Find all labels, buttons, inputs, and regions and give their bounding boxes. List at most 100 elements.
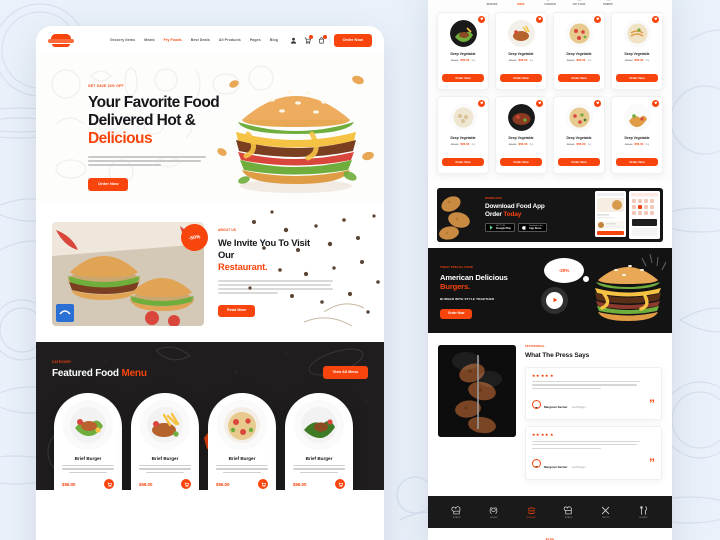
product-order-button[interactable]: Order Now [500, 158, 542, 166]
nav-item-all-products[interactable]: All Products [219, 38, 241, 42]
product-name: Deep Vegetable [450, 51, 476, 56]
food-name: Brief Burger [151, 456, 179, 461]
category-tab-pizza[interactable]: PIZZA [512, 0, 530, 6]
nav-item-grocery[interactable]: Grocery Items [110, 38, 135, 42]
category-tab-burger[interactable]: BURGER [483, 0, 501, 6]
video-order-button[interactable]: Order Now [440, 308, 473, 319]
favorite-icon[interactable] [652, 15, 659, 23]
product-prices: $90.00 $56.00 1kg [616, 142, 658, 146]
product-order-button[interactable]: Order Now [442, 74, 484, 82]
favorite-icon[interactable] [536, 99, 543, 107]
product-new-price: $56.00 [518, 141, 528, 146]
food-price: $56.00 [293, 481, 307, 487]
burger-icon [527, 507, 536, 514]
product-order-button[interactable]: Order Now [558, 74, 600, 82]
google-play-badge[interactable]: GET IT ON Google Play [485, 223, 515, 233]
nav-item-pages[interactable]: Pages [250, 38, 261, 42]
product-qty: 1kg [471, 58, 476, 62]
food-image [294, 400, 344, 450]
app-download-banner: DOWNLOAD Download Food App Order Today G… [437, 187, 663, 242]
star-icon [545, 373, 549, 377]
testimonial-text [532, 380, 641, 390]
food-card[interactable]: Brief Burger $56.00 [54, 393, 122, 490]
favorite-icon[interactable] [478, 99, 485, 107]
user-icon[interactable] [290, 37, 297, 44]
app-mock-menu [595, 190, 626, 237]
testimonial-card[interactable]: Margaret Sachet Food Blogger ” [525, 426, 662, 480]
bag-icon[interactable] [318, 35, 327, 44]
nav-item-blog[interactable]: Blog [270, 38, 278, 42]
product-new-price: $56.00 [460, 57, 470, 62]
product-card[interactable]: Deep Vegetable $90.00 $56.00 1kg Order N… [437, 11, 489, 90]
view-all-menu-button[interactable]: View All Menu [322, 366, 368, 379]
add-to-cart-button[interactable] [104, 479, 114, 490]
cart-icon[interactable] [304, 35, 313, 44]
store-badges: GET IT ON Google Play Download on the App … [485, 223, 567, 233]
product-name: Deep Vegetable [566, 135, 592, 140]
product-order-button[interactable]: Order Now [616, 158, 658, 166]
favorite-icon[interactable] [536, 15, 543, 23]
star-icon [549, 373, 553, 377]
favorite-icon[interactable] [652, 99, 659, 107]
partner-logo[interactable]: BRAND [563, 505, 574, 519]
product-grid: Deep Vegetable $90.00 $56.00 1kg Order N… [437, 11, 663, 174]
app-store-badge[interactable]: Download on the App Store [518, 223, 547, 233]
category-label: BURGER [486, 2, 498, 6]
category-tabs: BURGER PIZZA CHICKEN FRY FOOD DRINKS [437, 0, 663, 12]
testimonial-card[interactable]: Margaret Sachet Food Blogger ” [525, 366, 662, 421]
header-order-button[interactable]: Order Now [333, 33, 372, 47]
category-tab-chicken[interactable]: CHICKEN [541, 0, 559, 6]
store-big-label: App Store [529, 226, 542, 230]
product-card[interactable]: Deep Vegetable $90.00 $56.00 1kg Order N… [495, 95, 547, 174]
product-card[interactable]: Deep Vegetable $90.00 $56.00 1kg Order N… [495, 11, 547, 90]
favorite-icon[interactable] [594, 15, 601, 23]
product-old-price: $90.00 [508, 58, 517, 62]
product-card[interactable]: Deep Vegetable $90.00 $56.00 1kg Order N… [553, 11, 605, 90]
partner-logo[interactable]: DINNER [638, 505, 649, 519]
hero-order-button[interactable]: Order Now [88, 177, 129, 191]
product-order-button[interactable]: Order Now [442, 158, 484, 166]
add-to-cart-button[interactable] [258, 479, 268, 490]
category-tab-drinks[interactable]: DRINKS [599, 0, 617, 6]
add-to-cart-button[interactable] [335, 479, 345, 490]
nav-item-meats[interactable]: Meats [144, 38, 155, 42]
food-footer: $56.00 [214, 479, 270, 490]
product-image [449, 19, 477, 47]
featured-title: Featured Food Menu [52, 368, 147, 379]
food-card[interactable]: Brief Burger $56.00 [131, 393, 199, 490]
product-new-price: $56.00 [634, 141, 644, 146]
food-price: $56.00 [62, 481, 76, 487]
product-card[interactable]: Deep Vegetable $90.00 $56.00 1kg Order N… [611, 11, 663, 90]
food-card[interactable]: Brief Burger $56.00 [285, 393, 353, 490]
favorite-icon[interactable] [594, 99, 601, 107]
product-order-button[interactable]: Order Now [616, 74, 658, 82]
product-order-button[interactable]: Order Now [500, 74, 542, 82]
author-info: Margaret Sachet Food Blogger [544, 395, 586, 413]
nav-item-fry-foods[interactable]: Fry Foods [164, 38, 182, 42]
add-to-cart-button[interactable] [181, 479, 191, 490]
burger-logo[interactable] [48, 33, 74, 47]
fork-knife-icon [640, 505, 647, 515]
product-old-price: $90.00 [566, 142, 575, 146]
invite-section: -50% ABOUT US We Invite You To Visit Our… [36, 202, 384, 342]
author-name: Margaret Sachet [544, 464, 568, 469]
product-card[interactable]: Deep Vegetable $90.00 $56.00 1kg Order N… [553, 95, 605, 174]
star-icon [540, 433, 544, 437]
product-order-button[interactable]: Order Now [558, 158, 600, 166]
partner-logo[interactable]: BRAND [488, 505, 499, 519]
partner-logo[interactable]: BRAND [451, 505, 462, 519]
product-card[interactable]: Deep Vegetable $90.00 $56.00 1kg Order N… [611, 95, 663, 174]
google-play-icon [489, 225, 493, 230]
nav-item-best-deals[interactable]: Best Deals [191, 38, 210, 42]
favorite-icon[interactable] [478, 15, 485, 23]
category-tab-fry-food[interactable]: FRY FOOD [570, 0, 588, 6]
food-card[interactable]: Brief Burger $56.00 [208, 393, 276, 490]
product-old-price: $90.00 [624, 58, 633, 62]
product-card[interactable]: Deep Vegetable $90.00 $56.00 1kg Order N… [437, 95, 489, 174]
partner-logo[interactable]: RESTO [600, 505, 611, 519]
quote-icon: ” [649, 396, 655, 411]
partner-logo[interactable]: BURGER [526, 505, 537, 519]
play-button[interactable] [546, 291, 563, 309]
right-page-mockup: BURGER PIZZA CHICKEN FRY FOOD DRINKS Dee… [428, 0, 672, 540]
spice-decoration [248, 210, 380, 327]
